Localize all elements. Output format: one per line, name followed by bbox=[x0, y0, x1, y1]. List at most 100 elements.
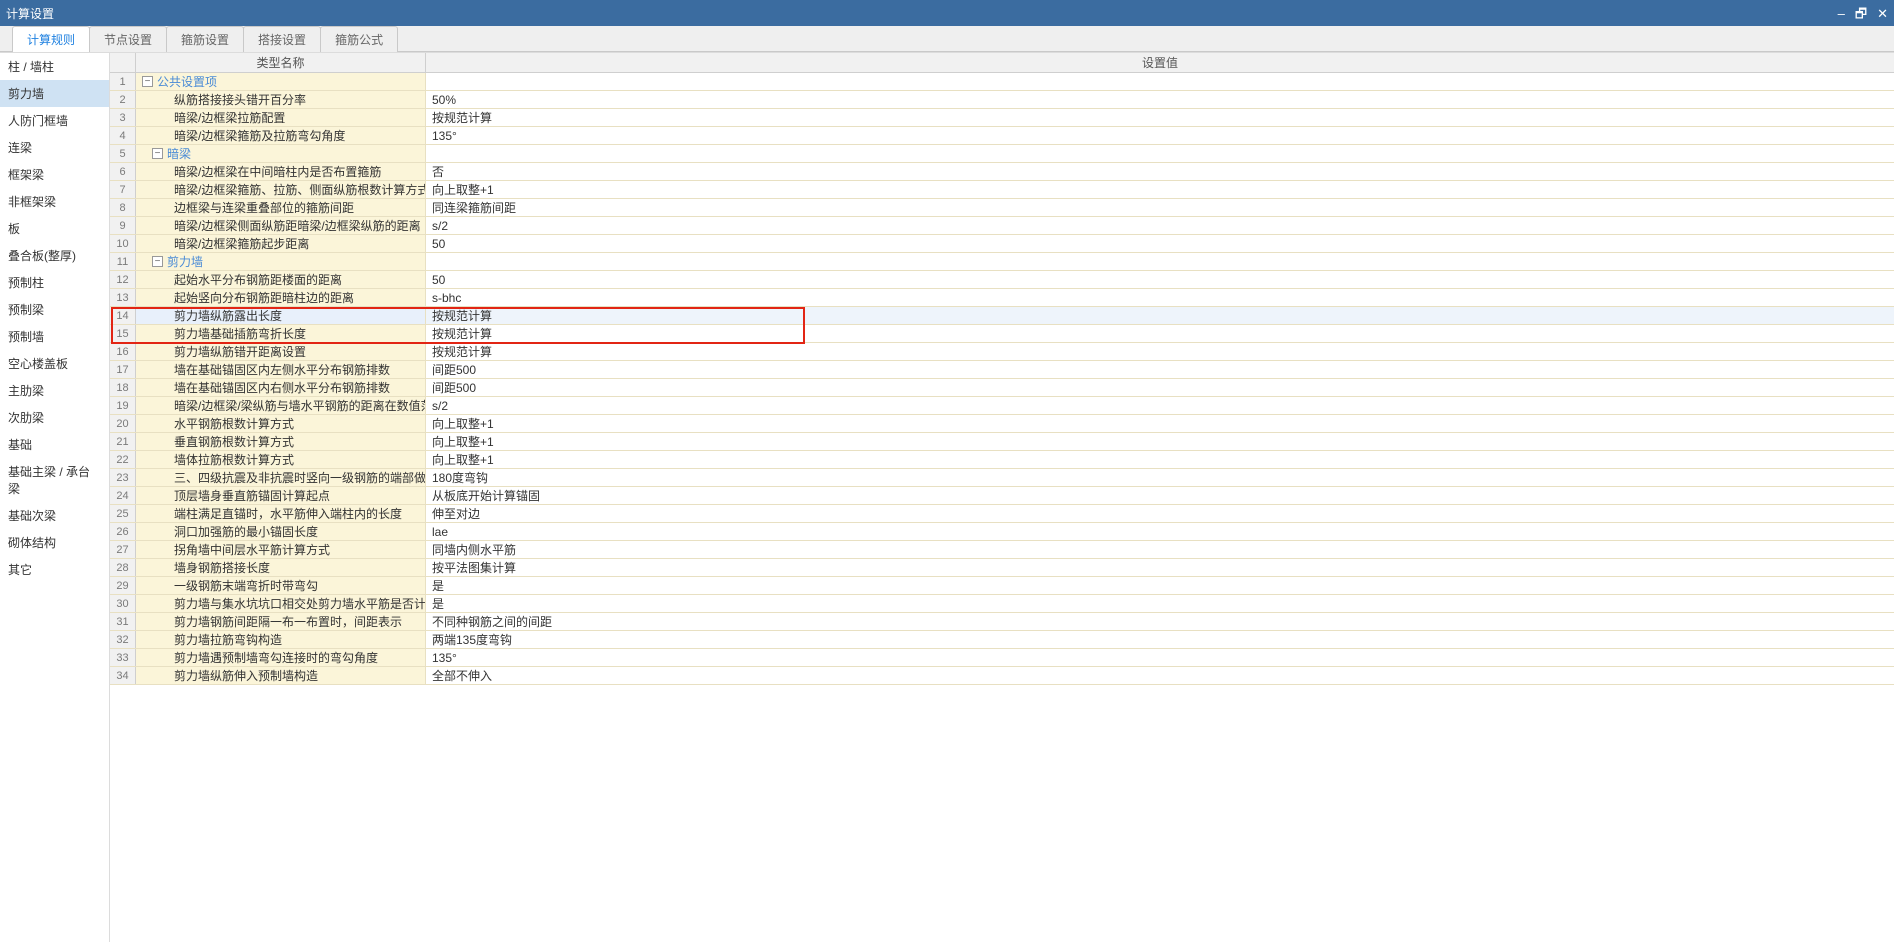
row-28[interactable]: 28墙身钢筋搭接长度按平法图集计算 bbox=[110, 559, 1894, 577]
row-value[interactable]: 间距500 bbox=[426, 379, 1894, 396]
row-value[interactable]: 50 bbox=[426, 271, 1894, 288]
row-6[interactable]: 6暗梁/边框梁在中间暗柱内是否布置箍筋否 bbox=[110, 163, 1894, 181]
row-10[interactable]: 10暗梁/边框梁箍筋起步距离50 bbox=[110, 235, 1894, 253]
row-value[interactable] bbox=[426, 73, 1894, 90]
row-value[interactable]: 按规范计算 bbox=[426, 307, 1894, 324]
row-21[interactable]: 21垂直钢筋根数计算方式向上取整+1 bbox=[110, 433, 1894, 451]
tab-2[interactable]: 箍筋设置 bbox=[166, 26, 244, 52]
row-33[interactable]: 33剪力墙遇预制墙弯勾连接时的弯勾角度135° bbox=[110, 649, 1894, 667]
tab-4[interactable]: 箍筋公式 bbox=[320, 26, 398, 52]
row-8[interactable]: 8边框梁与连梁重叠部位的箍筋间距同连梁箍筋间距 bbox=[110, 199, 1894, 217]
collapse-toggle-icon[interactable]: − bbox=[152, 148, 163, 159]
tab-1[interactable]: 节点设置 bbox=[89, 26, 167, 52]
row-value[interactable]: 向上取整+1 bbox=[426, 433, 1894, 450]
row-16[interactable]: 16剪力墙纵筋错开距离设置按规范计算 bbox=[110, 343, 1894, 361]
sidebar-item-10[interactable]: 预制墙 bbox=[0, 323, 109, 350]
row-value[interactable]: 伸至对边 bbox=[426, 505, 1894, 522]
row-value[interactable]: 同墙内侧水平筋 bbox=[426, 541, 1894, 558]
row-value[interactable]: 向上取整+1 bbox=[426, 415, 1894, 432]
sidebar-item-8[interactable]: 预制柱 bbox=[0, 269, 109, 296]
minimize-button[interactable]: – bbox=[1838, 7, 1845, 20]
row-5[interactable]: 5−暗梁 bbox=[110, 145, 1894, 163]
sidebar-item-11[interactable]: 空心楼盖板 bbox=[0, 350, 109, 377]
sidebar-item-7[interactable]: 叠合板(整厚) bbox=[0, 242, 109, 269]
row-value[interactable]: s-bhc bbox=[426, 289, 1894, 306]
sidebar-item-12[interactable]: 主肋梁 bbox=[0, 377, 109, 404]
row-value[interactable]: 按规范计算 bbox=[426, 343, 1894, 360]
row-14[interactable]: 14剪力墙纵筋露出长度按规范计算 bbox=[110, 307, 1894, 325]
tab-0[interactable]: 计算规则 bbox=[12, 26, 90, 52]
row-num: 15 bbox=[110, 325, 136, 342]
sidebar-item-3[interactable]: 连梁 bbox=[0, 134, 109, 161]
row-value[interactable]: 按规范计算 bbox=[426, 109, 1894, 126]
row-value[interactable]: lae bbox=[426, 523, 1894, 540]
sidebar-item-6[interactable]: 板 bbox=[0, 215, 109, 242]
sidebar-item-0[interactable]: 柱 / 墙柱 bbox=[0, 53, 109, 80]
sidebar-item-1[interactable]: 剪力墙 bbox=[0, 80, 109, 107]
row-value[interactable]: 同连梁箍筋间距 bbox=[426, 199, 1894, 216]
row-value[interactable]: s/2 bbox=[426, 217, 1894, 234]
row-value[interactable]: 50 bbox=[426, 235, 1894, 252]
row-value[interactable]: 180度弯钩 bbox=[426, 469, 1894, 486]
row-value[interactable]: 向上取整+1 bbox=[426, 181, 1894, 198]
sidebar-item-13[interactable]: 次肋梁 bbox=[0, 404, 109, 431]
row-13[interactable]: 13起始竖向分布钢筋距暗柱边的距离s-bhc bbox=[110, 289, 1894, 307]
sidebar-item-4[interactable]: 框架梁 bbox=[0, 161, 109, 188]
row-30[interactable]: 30剪力墙与集水坑坑口相交处剪力墙水平筋是否计算是 bbox=[110, 595, 1894, 613]
sidebar-item-18[interactable]: 其它 bbox=[0, 556, 109, 583]
row-value[interactable]: 是 bbox=[426, 577, 1894, 594]
close-button[interactable]: ✕ bbox=[1877, 7, 1888, 20]
row-20[interactable]: 20水平钢筋根数计算方式向上取整+1 bbox=[110, 415, 1894, 433]
row-32[interactable]: 32剪力墙拉筋弯钩构造两端135度弯钩 bbox=[110, 631, 1894, 649]
row-value[interactable]: 50% bbox=[426, 91, 1894, 108]
sidebar-item-16[interactable]: 基础次梁 bbox=[0, 502, 109, 529]
collapse-toggle-icon[interactable]: − bbox=[152, 256, 163, 267]
sidebar-item-14[interactable]: 基础 bbox=[0, 431, 109, 458]
row-3[interactable]: 3暗梁/边框梁拉筋配置按规范计算 bbox=[110, 109, 1894, 127]
row-value[interactable]: 两端135度弯钩 bbox=[426, 631, 1894, 648]
row-29[interactable]: 29一级钢筋末端弯折时带弯勾是 bbox=[110, 577, 1894, 595]
row-value[interactable]: s/2 bbox=[426, 397, 1894, 414]
collapse-toggle-icon[interactable]: − bbox=[142, 76, 153, 87]
sidebar-item-2[interactable]: 人防门框墙 bbox=[0, 107, 109, 134]
row-34[interactable]: 34剪力墙纵筋伸入预制墙构造全部不伸入 bbox=[110, 667, 1894, 685]
sidebar-item-15[interactable]: 基础主梁 / 承台梁 bbox=[0, 458, 109, 502]
row-24[interactable]: 24顶层墙身垂直筋锚固计算起点从板底开始计算锚固 bbox=[110, 487, 1894, 505]
row-23[interactable]: 23三、四级抗震及非抗震时竖向一级钢筋的端部做法180度弯钩 bbox=[110, 469, 1894, 487]
row-11[interactable]: 11−剪力墙 bbox=[110, 253, 1894, 271]
row-value[interactable]: 不同种钢筋之间的间距 bbox=[426, 613, 1894, 630]
row-22[interactable]: 22墙体拉筋根数计算方式向上取整+1 bbox=[110, 451, 1894, 469]
sidebar-item-9[interactable]: 预制梁 bbox=[0, 296, 109, 323]
row-value[interactable]: 按规范计算 bbox=[426, 325, 1894, 342]
row-31[interactable]: 31剪力墙钢筋间距隔一布一布置时，间距表示不同种钢筋之间的间距 bbox=[110, 613, 1894, 631]
row-value[interactable] bbox=[426, 145, 1894, 162]
row-15[interactable]: 15剪力墙基础插筋弯折长度按规范计算 bbox=[110, 325, 1894, 343]
maximize-button[interactable]: 🗗 bbox=[1855, 7, 1867, 20]
row-value[interactable]: 向上取整+1 bbox=[426, 451, 1894, 468]
sidebar-item-17[interactable]: 砌体结构 bbox=[0, 529, 109, 556]
row-value[interactable]: 按平法图集计算 bbox=[426, 559, 1894, 576]
row-value[interactable]: 间距500 bbox=[426, 361, 1894, 378]
row-26[interactable]: 26洞口加强筋的最小锚固长度lae bbox=[110, 523, 1894, 541]
row-value[interactable]: 全部不伸入 bbox=[426, 667, 1894, 684]
row-18[interactable]: 18墙在基础锚固区内右侧水平分布钢筋排数间距500 bbox=[110, 379, 1894, 397]
row-value[interactable]: 否 bbox=[426, 163, 1894, 180]
row-4[interactable]: 4暗梁/边框梁箍筋及拉筋弯勾角度135° bbox=[110, 127, 1894, 145]
row-12[interactable]: 12起始水平分布钢筋距楼面的距离50 bbox=[110, 271, 1894, 289]
row-27[interactable]: 27拐角墙中间层水平筋计算方式同墙内侧水平筋 bbox=[110, 541, 1894, 559]
sidebar-item-5[interactable]: 非框架梁 bbox=[0, 188, 109, 215]
row-value[interactable] bbox=[426, 253, 1894, 270]
row-value[interactable]: 135° bbox=[426, 649, 1894, 666]
row-19[interactable]: 19暗梁/边框梁/梁纵筋与墙水平钢筋的距离在数值范围内不...s/2 bbox=[110, 397, 1894, 415]
row-17[interactable]: 17墙在基础锚固区内左侧水平分布钢筋排数间距500 bbox=[110, 361, 1894, 379]
tab-3[interactable]: 搭接设置 bbox=[243, 26, 321, 52]
row-1[interactable]: 1−公共设置项 bbox=[110, 73, 1894, 91]
row-value[interactable]: 135° bbox=[426, 127, 1894, 144]
row-25[interactable]: 25端柱满足直锚时，水平筋伸入端柱内的长度伸至对边 bbox=[110, 505, 1894, 523]
row-7[interactable]: 7暗梁/边框梁箍筋、拉筋、侧面纵筋根数计算方式向上取整+1 bbox=[110, 181, 1894, 199]
row-9[interactable]: 9暗梁/边框梁侧面纵筋距暗梁/边框梁纵筋的距离s/2 bbox=[110, 217, 1894, 235]
row-2[interactable]: 2纵筋搭接接头错开百分率50% bbox=[110, 91, 1894, 109]
row-num: 2 bbox=[110, 91, 136, 108]
row-value[interactable]: 是 bbox=[426, 595, 1894, 612]
row-value[interactable]: 从板底开始计算锚固 bbox=[426, 487, 1894, 504]
